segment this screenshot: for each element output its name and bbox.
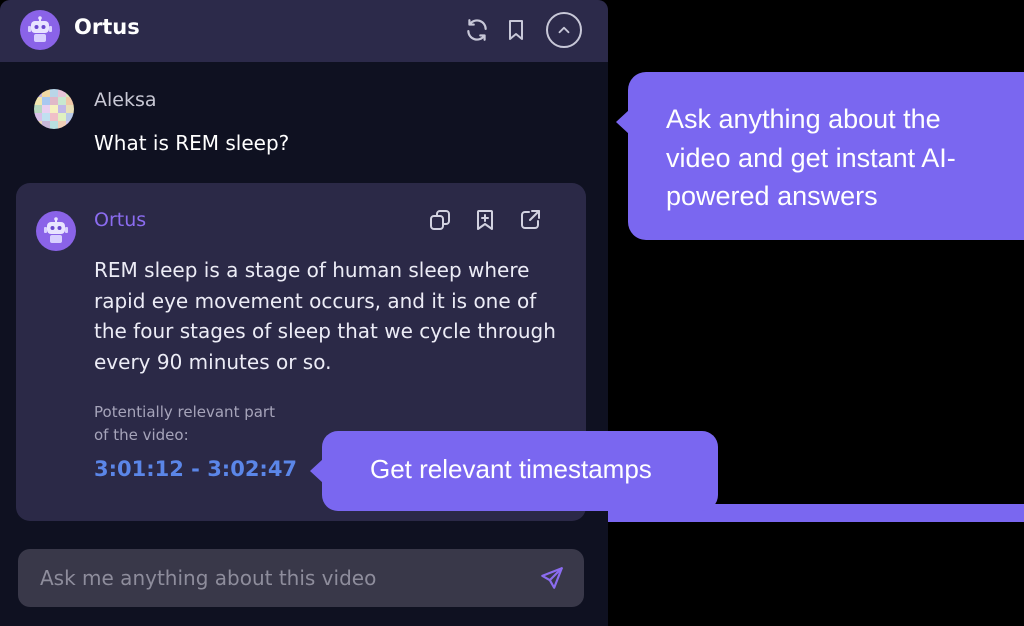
- share-icon: [521, 210, 540, 229]
- bot-name: Ortus: [94, 209, 147, 231]
- question-input[interactable]: [40, 549, 520, 607]
- question-input-box: [18, 549, 584, 607]
- send-button[interactable]: [536, 562, 568, 594]
- copy-icon: [430, 210, 450, 230]
- bot-avatar: [36, 211, 76, 251]
- bot-reply-text: REM sleep is a stage of human sleep wher…: [94, 258, 556, 374]
- user-name: Aleksa: [94, 89, 157, 111]
- relevant-part-label: Potentially relevant part of the video:: [94, 403, 275, 444]
- robot-icon: [28, 16, 52, 42]
- ortus-logo: [20, 10, 60, 50]
- share-button[interactable]: [515, 205, 545, 235]
- chat-panel: Ortus Aleksa What is REM sleep? Ortus RE…: [0, 0, 608, 626]
- save-answer-button[interactable]: [470, 205, 500, 235]
- send-icon: [541, 567, 563, 589]
- timestamp-link[interactable]: 3:01:12 - 3:02:47: [94, 457, 297, 481]
- collapse-button[interactable]: [546, 12, 582, 48]
- robot-icon: [44, 217, 68, 243]
- ask-callout: Ask anything about the video and get ins…: [616, 72, 1024, 240]
- chevron-up-icon: [558, 26, 570, 34]
- bookmark-icon: [509, 20, 523, 40]
- timestamps-callout: Get relevant timestamps: [310, 431, 718, 511]
- refresh-button[interactable]: [461, 14, 493, 46]
- user-message: What is REM sleep?: [94, 131, 290, 155]
- copy-button[interactable]: [425, 205, 455, 235]
- user-avatar: [34, 89, 74, 129]
- chat-header: Ortus: [0, 0, 608, 62]
- app-title: Ortus: [74, 15, 140, 39]
- refresh-icon: [467, 19, 487, 41]
- bookmark-add-icon: [477, 210, 493, 230]
- bookmark-button[interactable]: [500, 14, 532, 46]
